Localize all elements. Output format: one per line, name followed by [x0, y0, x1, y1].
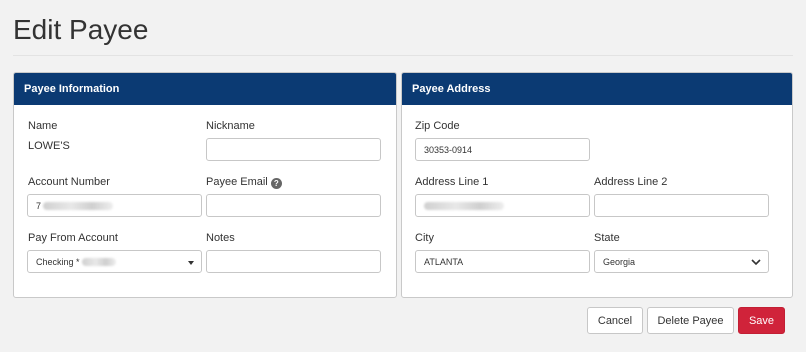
payee-email-input[interactable]: [206, 194, 381, 217]
address-line-1-input[interactable]: [415, 194, 590, 217]
payee-information-header: Payee Information: [14, 73, 396, 105]
city-input[interactable]: ATLANTA: [415, 250, 590, 273]
save-button[interactable]: Save: [738, 307, 785, 334]
zip-code-input[interactable]: 30353-0914: [415, 138, 590, 161]
masked-account-number: [43, 201, 114, 210]
notes-label: Notes: [206, 232, 235, 244]
account-number-input[interactable]: 7: [27, 194, 202, 217]
pay-from-account-select[interactable]: Checking *: [27, 250, 202, 273]
address-line-1-label: Address Line 1: [415, 176, 489, 188]
payee-information-panel: Payee Information Name LOWE'S Nickname A…: [13, 72, 397, 298]
cancel-button[interactable]: Cancel: [587, 307, 643, 334]
name-value: LOWE'S: [28, 140, 70, 152]
notes-input[interactable]: [206, 250, 381, 273]
account-number-label: Account Number: [28, 176, 110, 188]
pay-from-account-value: Checking *: [36, 256, 80, 267]
zip-code-label: Zip Code: [415, 120, 460, 132]
chevron-down-icon: [751, 259, 761, 266]
payee-address-panel: Payee Address Zip Code 30353-0914 Addres…: [401, 72, 793, 298]
page-title: Edit Payee: [13, 14, 149, 45]
title-divider: [13, 55, 793, 56]
state-label: State: [594, 232, 620, 244]
account-number-prefix: 7: [36, 200, 42, 211]
address-line-2-label: Address Line 2: [594, 176, 668, 188]
address-line-2-input[interactable]: [594, 194, 769, 217]
state-value: Georgia: [603, 256, 636, 267]
payee-address-header: Payee Address: [402, 73, 792, 105]
city-label: City: [415, 232, 434, 244]
delete-payee-button[interactable]: Delete Payee: [647, 307, 734, 334]
nickname-input[interactable]: [206, 138, 381, 161]
state-select[interactable]: Georgia: [594, 250, 769, 273]
payee-email-label: Payee Email?: [206, 176, 282, 189]
masked-account-suffix: [81, 257, 116, 266]
nickname-label: Nickname: [206, 120, 255, 132]
pay-from-account-label: Pay From Account: [28, 232, 118, 244]
name-label: Name: [28, 120, 58, 132]
help-icon[interactable]: ?: [270, 178, 282, 189]
caret-down-icon: [188, 261, 194, 265]
masked-address: [424, 201, 504, 210]
